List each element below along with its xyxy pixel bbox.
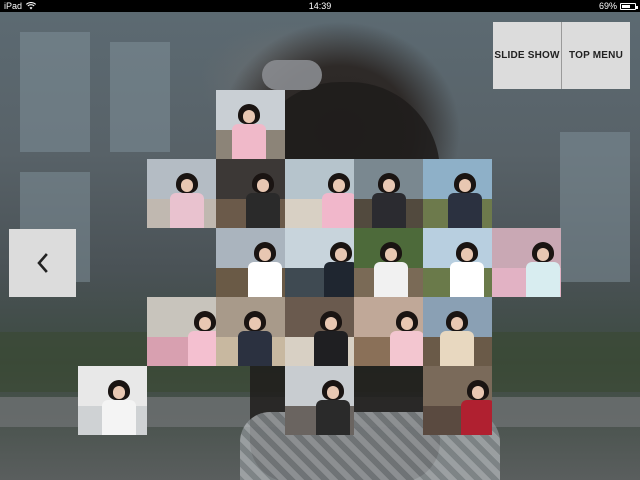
slideshow-button[interactable]: SLIDE SHOW bbox=[493, 22, 562, 89]
photo-thumbnail[interactable] bbox=[423, 366, 492, 435]
photo-thumbnail[interactable] bbox=[423, 228, 492, 297]
photo-thumbnail[interactable] bbox=[492, 228, 561, 297]
photo-thumbnail[interactable] bbox=[354, 228, 423, 297]
battery-fill bbox=[622, 4, 631, 8]
chevron-left-icon bbox=[36, 253, 48, 273]
photo-thumbnail[interactable] bbox=[216, 159, 285, 228]
photo-thumbnail[interactable] bbox=[78, 366, 147, 435]
back-button[interactable] bbox=[9, 229, 76, 297]
photo-thumbnail[interactable] bbox=[216, 297, 285, 366]
photo-thumbnail[interactable] bbox=[285, 159, 354, 228]
battery-percent: 69% bbox=[598, 1, 617, 11]
top-menu-button[interactable]: TOP MENU bbox=[562, 22, 630, 89]
clock: 14:39 bbox=[308, 1, 332, 11]
photo-thumbnail[interactable] bbox=[423, 297, 492, 366]
status-bar: iPad 14:39 69% bbox=[0, 0, 640, 12]
photo-thumbnail[interactable] bbox=[354, 159, 423, 228]
photo-thumbnail[interactable] bbox=[216, 228, 285, 297]
battery-icon bbox=[620, 2, 638, 10]
photo-thumbnail[interactable] bbox=[147, 297, 216, 366]
photo-thumbnail[interactable] bbox=[216, 90, 285, 159]
photo-thumbnail[interactable] bbox=[285, 366, 354, 435]
photo-thumbnail[interactable] bbox=[147, 159, 216, 228]
photo-thumbnail[interactable] bbox=[423, 159, 492, 228]
photo-thumbnail[interactable] bbox=[354, 297, 423, 366]
photo-thumbnail[interactable] bbox=[285, 297, 354, 366]
photo-thumbnail[interactable] bbox=[285, 228, 354, 297]
